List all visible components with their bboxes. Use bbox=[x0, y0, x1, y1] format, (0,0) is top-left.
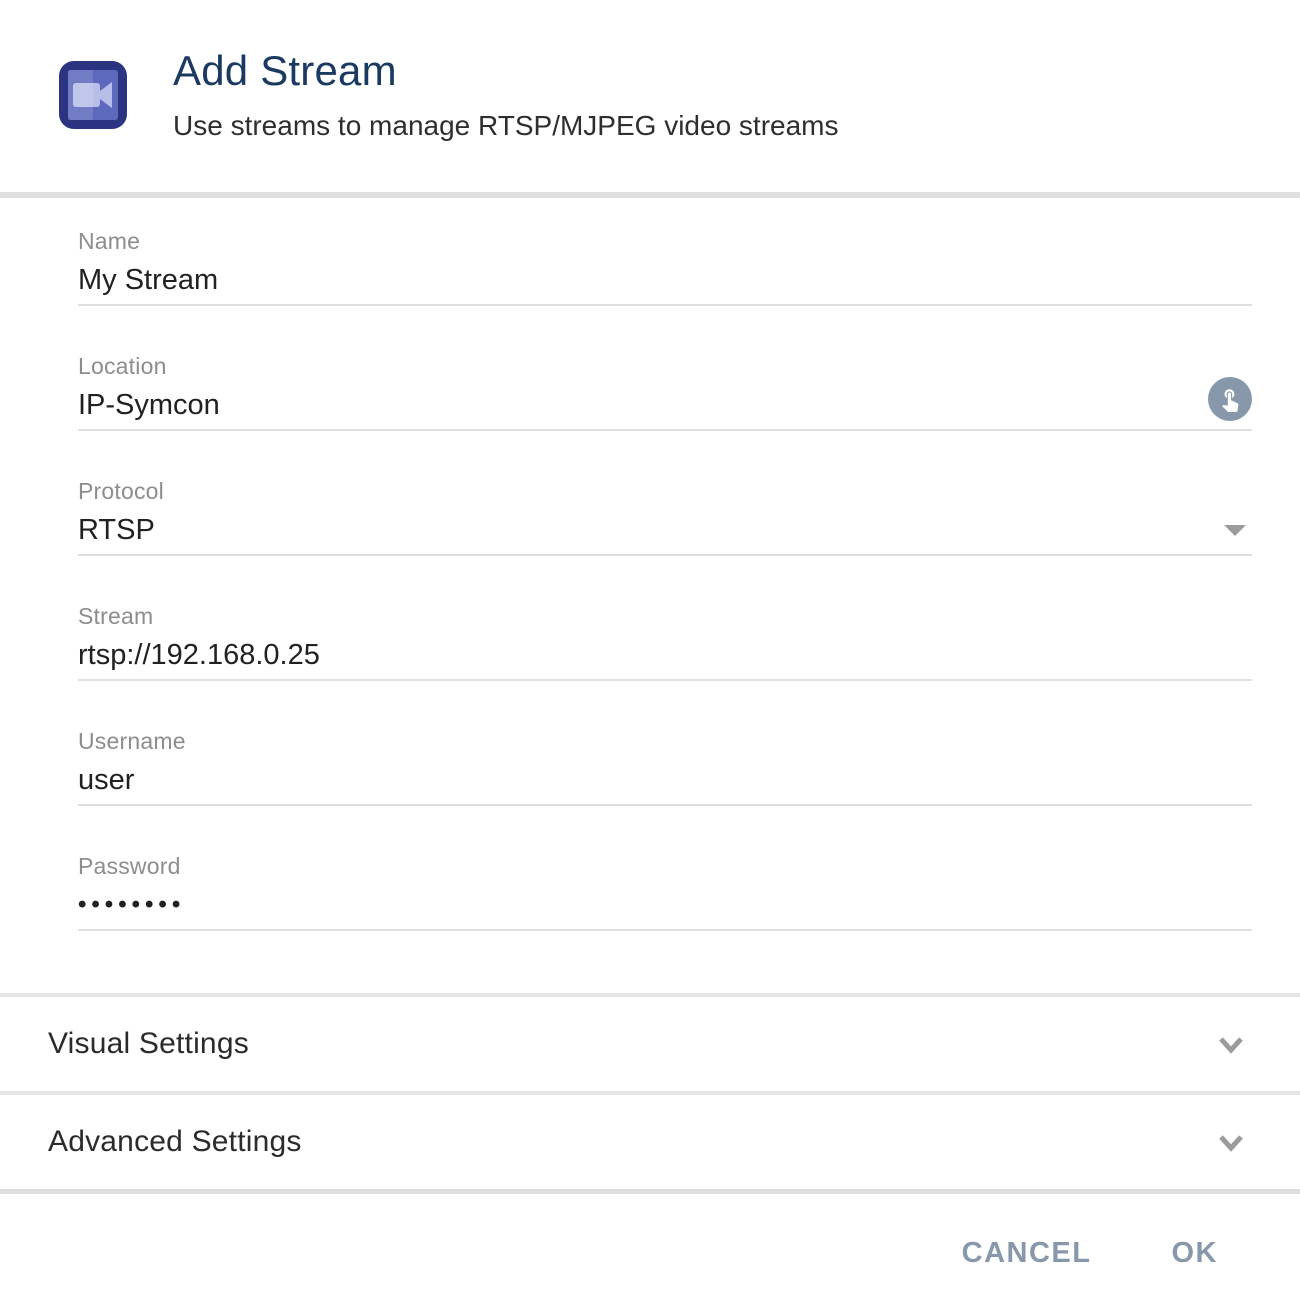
header-text: Add Stream Use streams to manage RTSP/MJ… bbox=[173, 48, 839, 143]
page-subtitle: Use streams to manage RTSP/MJPEG video s… bbox=[173, 109, 839, 143]
protocol-select[interactable] bbox=[78, 512, 1252, 548]
dropdown-arrow-icon[interactable] bbox=[1224, 525, 1246, 536]
page-title: Add Stream bbox=[173, 48, 839, 94]
form-bottom-spacer bbox=[78, 931, 1252, 993]
add-stream-dialog: Add Stream Use streams to manage RTSP/MJ… bbox=[0, 0, 1300, 1312]
location-picker-button[interactable] bbox=[1208, 377, 1252, 421]
stream-url-input[interactable] bbox=[78, 637, 1252, 673]
dialog-header: Add Stream Use streams to manage RTSP/MJ… bbox=[0, 0, 1300, 192]
location-input[interactable] bbox=[78, 387, 1252, 423]
password-input[interactable] bbox=[78, 887, 1252, 923]
dialog-footer: CANCEL OK bbox=[0, 1194, 1300, 1312]
name-field-group: Name bbox=[78, 228, 1252, 306]
password-field-group: Password bbox=[78, 853, 1252, 931]
name-field-label: Name bbox=[78, 228, 1252, 254]
password-field-label: Password bbox=[78, 853, 1252, 879]
chevron-down-icon[interactable] bbox=[1214, 1027, 1248, 1061]
username-field-group: Username bbox=[78, 728, 1252, 806]
stream-field-label: Stream bbox=[78, 603, 1252, 629]
cancel-button[interactable]: CANCEL bbox=[942, 1223, 1112, 1284]
username-field-label: Username bbox=[78, 728, 1252, 754]
touch-icon bbox=[1217, 386, 1243, 412]
stream-form: Name Location Protocol Stream Username bbox=[78, 198, 1252, 993]
advanced-settings-label: Advanced Settings bbox=[48, 1125, 302, 1159]
location-field-group: Location bbox=[78, 353, 1252, 431]
advanced-settings-section[interactable]: Advanced Settings bbox=[0, 1095, 1300, 1189]
chevron-down-icon[interactable] bbox=[1214, 1125, 1248, 1159]
stream-field-group: Stream bbox=[78, 603, 1252, 681]
username-input[interactable] bbox=[78, 762, 1252, 798]
protocol-field-label: Protocol bbox=[78, 478, 1252, 504]
visual-settings-section[interactable]: Visual Settings bbox=[0, 997, 1300, 1091]
ok-button[interactable]: OK bbox=[1152, 1223, 1239, 1284]
video-camera-icon bbox=[58, 60, 128, 130]
name-input[interactable] bbox=[78, 262, 1252, 298]
protocol-field-group: Protocol bbox=[78, 478, 1252, 556]
visual-settings-label: Visual Settings bbox=[48, 1027, 249, 1061]
location-field-label: Location bbox=[78, 353, 1252, 379]
